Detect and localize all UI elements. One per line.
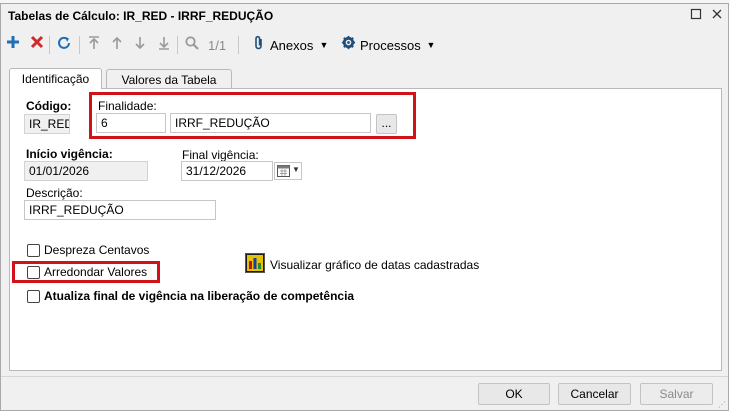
maximize-icon[interactable] <box>689 8 703 22</box>
refresh-icon[interactable] <box>54 35 74 55</box>
arredondar-valores-checkbox[interactable] <box>27 266 40 279</box>
inicio-vigencia-field[interactable]: 01/01/2026 <box>24 161 148 181</box>
next-record-icon[interactable] <box>130 35 150 55</box>
last-record-icon[interactable] <box>154 35 174 55</box>
delete-icon[interactable] <box>27 35 47 55</box>
tab-valores-da-tabela[interactable]: Valores da Tabela <box>106 69 232 89</box>
save-button[interactable]: Salvar <box>640 383 713 405</box>
cancel-button[interactable]: Cancelar <box>558 383 631 405</box>
despreza-centavos-label: Despreza Centavos <box>44 243 150 257</box>
search-icon[interactable] <box>182 35 202 55</box>
chevron-down-icon[interactable]: ▼ <box>421 35 441 55</box>
toolbar-separator <box>79 36 80 54</box>
first-record-icon[interactable] <box>84 35 104 55</box>
codigo-label: Código: <box>26 99 72 113</box>
anexos-menu-button[interactable]: Anexos <box>270 38 313 53</box>
codigo-field[interactable]: IR_RED <box>24 114 70 134</box>
chevron-down-icon[interactable]: ▼ <box>292 165 300 174</box>
despreza-centavos-checkbox[interactable] <box>27 244 40 257</box>
visualizar-grafico-link[interactable]: Visualizar gráfico de datas cadastradas <box>270 258 479 272</box>
finalidade-label: Finalidade: <box>98 99 157 113</box>
atualiza-final-vigencia-checkbox[interactable] <box>27 290 40 303</box>
resize-grip-icon[interactable]: ⋰ <box>718 400 726 409</box>
toolbar-separator <box>177 36 178 54</box>
ok-button[interactable]: OK <box>478 383 550 405</box>
inicio-vigencia-label: Início vigência: <box>26 147 113 161</box>
previous-record-icon[interactable] <box>107 35 127 55</box>
paperclip-icon[interactable] <box>249 35 269 55</box>
finalidade-lookup-button[interactable]: ... <box>376 114 397 134</box>
final-vigencia-label: Final vigência: <box>182 148 259 162</box>
chevron-down-icon[interactable]: ▼ <box>314 35 334 55</box>
toolbar-separator <box>49 36 50 54</box>
finalidade-code-field[interactable]: 6 <box>96 113 166 133</box>
window-title: Tabelas de Cálculo: IR_RED - IRRF_REDUÇÃ… <box>8 9 274 23</box>
close-icon[interactable] <box>710 8 724 22</box>
calendar-icon <box>277 165 290 177</box>
footer-divider <box>1 376 728 377</box>
descricao-field[interactable]: IRRF_REDUÇÃO <box>24 200 216 220</box>
page-indicator: 1/1 <box>208 38 227 53</box>
atualiza-final-vigencia-label: Atualiza final de vigência na liberação … <box>44 289 355 303</box>
descricao-label: Descrição: <box>26 186 83 200</box>
arredondar-valores-label: Arredondar Valores <box>44 265 148 279</box>
gear-icon[interactable] <box>338 35 358 55</box>
final-vigencia-field[interactable]: 31/12/2026 <box>181 161 273 181</box>
calendar-picker[interactable]: ▼ <box>274 162 302 180</box>
add-icon[interactable] <box>3 35 23 55</box>
chart-icon[interactable] <box>245 253 265 273</box>
processos-menu-button[interactable]: Processos <box>360 38 421 53</box>
finalidade-description-field[interactable]: IRRF_REDUÇÃO <box>170 113 371 133</box>
tab-identificacao[interactable]: Identificação <box>9 68 102 89</box>
toolbar-separator <box>238 36 239 54</box>
